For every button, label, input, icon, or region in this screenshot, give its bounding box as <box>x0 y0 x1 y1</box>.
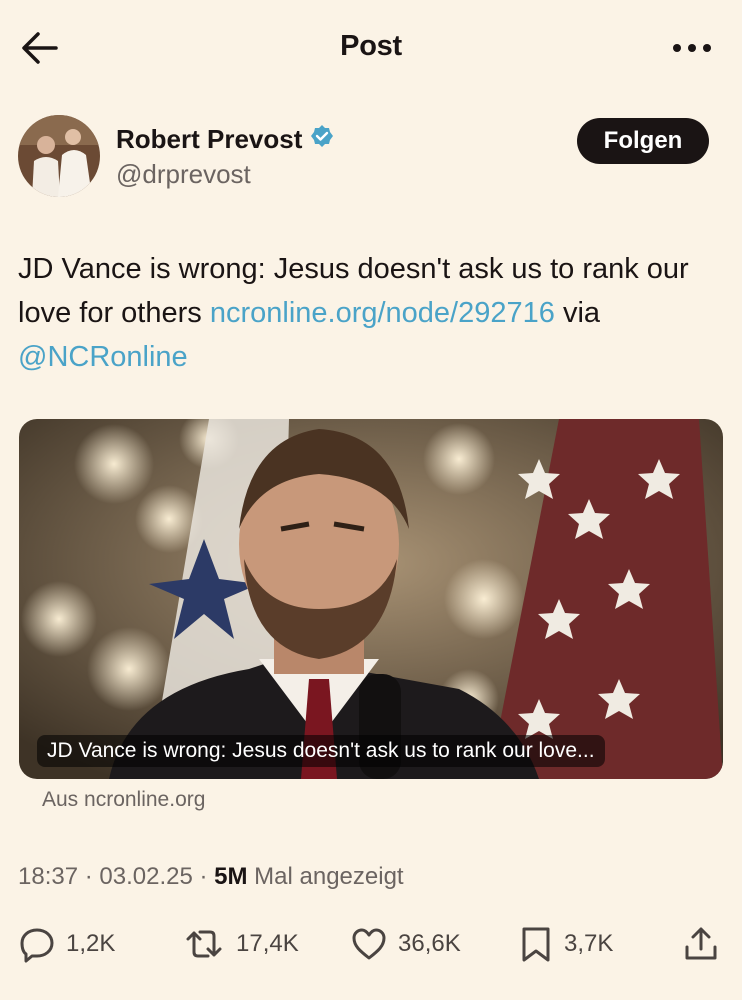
heart-icon <box>350 925 388 963</box>
bookmark-button[interactable]: 3,7K <box>518 918 613 970</box>
repost-button[interactable]: 17,4K <box>182 918 299 970</box>
post-time: 18:37 <box>18 863 79 890</box>
repost-icon <box>182 925 226 963</box>
post-text: JD Vance is wrong: Jesus doesn't ask us … <box>18 247 724 379</box>
author-handle[interactable]: @drprevost <box>116 159 251 190</box>
meta-separator: · <box>78 863 100 890</box>
reply-button[interactable]: 1,2K <box>18 918 115 970</box>
avatar[interactable] <box>18 115 100 197</box>
views-label: Mal angezeigt <box>247 863 404 890</box>
author-name-text: Robert Prevost <box>116 124 303 154</box>
reply-count: 1,2K <box>66 930 116 957</box>
bookmark-icon <box>518 925 554 963</box>
repost-count: 17,4K <box>236 930 299 957</box>
verified-badge-icon <box>310 124 334 155</box>
meta-separator: · <box>192 863 215 890</box>
action-bar: 1,2K 17,4K 36,6K 3,7K <box>0 918 742 970</box>
post-mention[interactable]: @NCRonline <box>18 341 188 373</box>
post-date: 03.02.25 <box>99 863 193 890</box>
post-meta: 18:37 · 03.02.25 · 5M Mal angezeigt <box>18 863 404 891</box>
card-caption: JD Vance is wrong: Jesus doesn't ask us … <box>37 735 605 767</box>
view-count: 5M <box>214 863 248 890</box>
post-link[interactable]: ncronline.org/node/292716 <box>210 297 555 329</box>
card-source[interactable]: Aus ncronline.org <box>42 788 205 812</box>
follow-button[interactable]: Folgen <box>577 118 709 164</box>
page-title: Post <box>340 30 402 62</box>
author-name[interactable]: Robert Prevost <box>116 124 334 155</box>
share-button[interactable] <box>682 918 720 970</box>
link-card[interactable]: JD Vance is wrong: Jesus doesn't ask us … <box>19 419 723 779</box>
bookmark-count: 3,7K <box>564 930 614 957</box>
card-image <box>19 419 723 779</box>
more-dots-icon[interactable] <box>670 36 714 60</box>
top-bar: Post <box>0 0 742 96</box>
like-button[interactable]: 36,6K <box>350 918 461 970</box>
share-icon <box>682 925 720 963</box>
post-text-mid: via <box>554 297 601 329</box>
like-count: 36,6K <box>398 930 461 957</box>
reply-icon <box>18 925 56 963</box>
